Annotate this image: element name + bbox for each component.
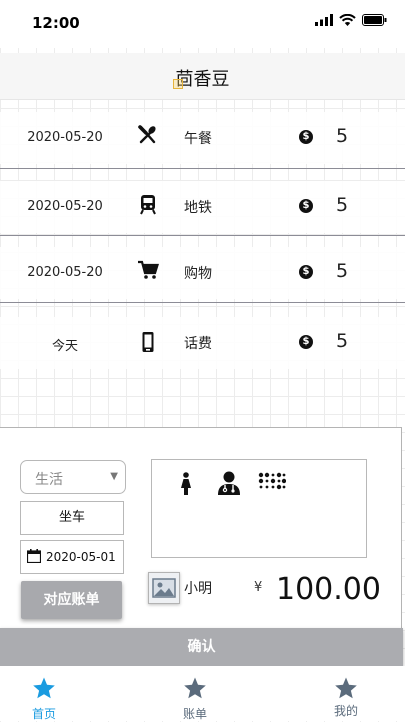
wifi-icon [339, 14, 356, 26]
woman-icon[interactable] [180, 472, 192, 496]
braille-icon[interactable] [258, 472, 286, 490]
status-time: 12:00 [32, 14, 80, 32]
record-amount: 5 [336, 330, 349, 352]
category-select[interactable]: 生活 ▼ [20, 460, 126, 494]
star-icon [33, 677, 55, 699]
fork-spoon-icon [138, 125, 156, 144]
record-category: 话费 [184, 336, 212, 352]
currency-icon: $ [299, 130, 313, 144]
record-category: 地铁 [184, 200, 212, 216]
focus-marker [173, 79, 183, 89]
calendar-icon [27, 549, 41, 563]
battery-icon [362, 14, 387, 26]
status-bar: 12:00 [0, 0, 405, 48]
date-picker[interactable]: 2020-05-01 [20, 540, 124, 574]
star-icon [184, 677, 206, 699]
app-header: 茴香豆 [0, 53, 405, 100]
confirm-button[interactable]: 确认 [0, 628, 403, 666]
user-name: 小明 [184, 581, 212, 597]
total-amount: 100.00 [276, 572, 381, 607]
record-date: 2020-05-20 [27, 199, 103, 214]
currency-symbol: ¥ [254, 580, 263, 595]
currency-icon: $ [299, 199, 313, 213]
shopping-cart-icon [138, 260, 159, 279]
list-item[interactable]: 2020-05-20 午餐 $ 5 [0, 112, 405, 164]
row-divider [0, 302, 405, 303]
list-item[interactable]: 2020-05-20 地铁 $ 5 [0, 181, 405, 233]
icon-picker-area[interactable] [151, 459, 367, 558]
picture-icon [152, 578, 176, 598]
tab-label: 账单 [182, 707, 207, 721]
record-date: 2020-05-20 [27, 130, 103, 145]
tab-home[interactable]: 首页 [4, 676, 84, 721]
record-amount: 5 [336, 260, 349, 282]
currency-icon: $ [299, 265, 313, 279]
mobile-phone-icon [142, 332, 154, 352]
linked-bill-button[interactable]: 对应账单 [21, 581, 122, 619]
image-placeholder-icon[interactable] [148, 572, 180, 604]
tab-label: 我的 [333, 704, 358, 718]
bottom-tab-bar: 首页 账单 我的 [0, 666, 405, 721]
record-category: 午餐 [184, 131, 212, 147]
list-item[interactable]: 今天 话费 $ 5 [0, 317, 405, 369]
date-value: 2020-05-01 [46, 550, 116, 564]
note-input[interactable]: 坐车 [20, 501, 124, 535]
list-item[interactable]: 2020-05-20 购物 $ 5 [0, 247, 405, 299]
cellular-signal-icon [315, 14, 333, 26]
currency-icon: $ [299, 335, 313, 349]
category-select-value: 生活 [35, 472, 63, 488]
record-amount: 5 [336, 194, 349, 216]
doctor-icon[interactable] [216, 470, 242, 496]
tab-bills[interactable]: 账单 [155, 676, 235, 721]
tab-label: 首页 [31, 707, 56, 721]
subway-icon [140, 195, 156, 215]
row-divider [0, 168, 405, 169]
status-icons [315, 14, 387, 26]
star-icon [335, 677, 357, 699]
record-category: 购物 [184, 266, 212, 282]
record-date: 今天 [51, 339, 78, 354]
tab-profile[interactable]: 我的 [306, 676, 386, 718]
row-divider [0, 235, 405, 236]
record-date: 2020-05-20 [27, 265, 103, 280]
record-amount: 5 [336, 125, 349, 147]
chevron-down-icon: ▼ [110, 471, 118, 482]
page-title: 茴香豆 [175, 69, 230, 90]
